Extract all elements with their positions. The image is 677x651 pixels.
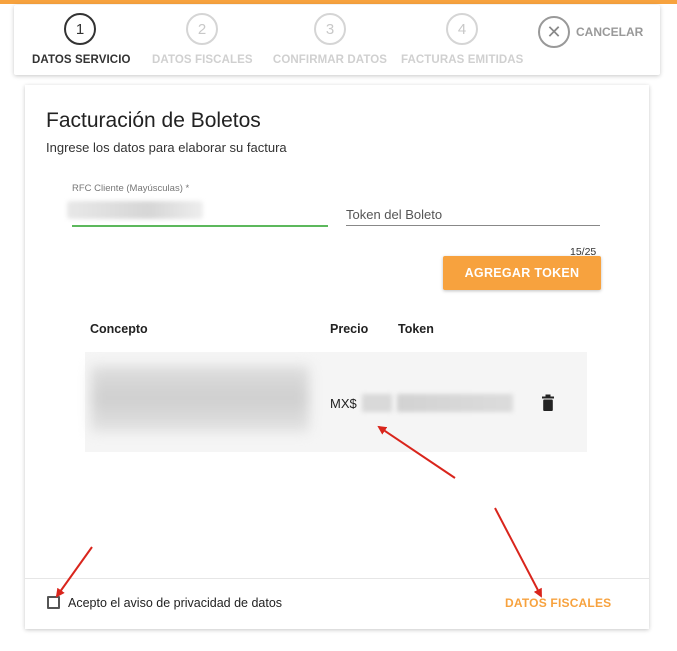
column-header-concepto: Concepto	[90, 322, 148, 336]
footer-divider	[25, 578, 649, 579]
close-icon: ✕	[538, 16, 570, 48]
step-number-circle: 4	[446, 13, 478, 45]
rfc-field-label: RFC Cliente (Mayúsculas) *	[72, 183, 190, 194]
add-token-button[interactable]: AGREGAR TOKEN	[443, 256, 601, 290]
step-label: DATOS FISCALES	[152, 54, 253, 66]
next-datos-fiscales-button[interactable]: DATOS FISCALES	[505, 596, 611, 610]
cancel-label: CANCELAR	[576, 25, 644, 39]
column-header-token: Token	[398, 322, 434, 336]
page-subtitle: Ingrese los datos para elaborar su factu…	[46, 140, 287, 155]
stepper: 1 DATOS SERVICIO 2 DATOS FISCALES 3 CONF…	[14, 5, 660, 75]
step-datos-servicio[interactable]: 1 DATOS SERVICIO	[32, 13, 131, 66]
column-header-precio: Precio	[330, 322, 369, 336]
concept-redacted	[91, 366, 309, 432]
invoice-form-card: Facturación de Boletos Ingrese los datos…	[25, 85, 649, 629]
privacy-label: Acepto el aviso de privacidad de datos	[68, 596, 283, 610]
table-row: MX$	[85, 352, 587, 452]
page-title: Facturación de Boletos	[46, 109, 261, 132]
top-accent-bar	[0, 0, 677, 4]
rfc-field-redacted-value[interactable]	[67, 201, 203, 219]
token-input[interactable]	[346, 203, 600, 226]
step-facturas-emitidas[interactable]: 4 FACTURAS EMITIDAS	[401, 13, 523, 66]
trash-icon[interactable]	[541, 394, 555, 412]
price-prefix: MX$	[330, 396, 357, 411]
cancel-button[interactable]: ✕ CANCELAR	[538, 16, 643, 48]
step-label: FACTURAS EMITIDAS	[401, 54, 524, 66]
step-label: DATOS SERVICIO	[32, 54, 131, 66]
token-redacted	[397, 394, 513, 412]
rfc-field-underline	[72, 225, 328, 227]
step-number-circle: 1	[64, 13, 96, 45]
step-number-circle: 2	[186, 13, 218, 45]
step-datos-fiscales[interactable]: 2 DATOS FISCALES	[152, 13, 253, 66]
price-redacted	[362, 394, 392, 412]
privacy-checkbox[interactable]	[47, 596, 60, 609]
step-number-circle: 3	[314, 13, 346, 45]
step-confirmar-datos[interactable]: 3 CONFIRMAR DATOS	[272, 13, 388, 66]
step-label: CONFIRMAR DATOS	[272, 54, 388, 66]
